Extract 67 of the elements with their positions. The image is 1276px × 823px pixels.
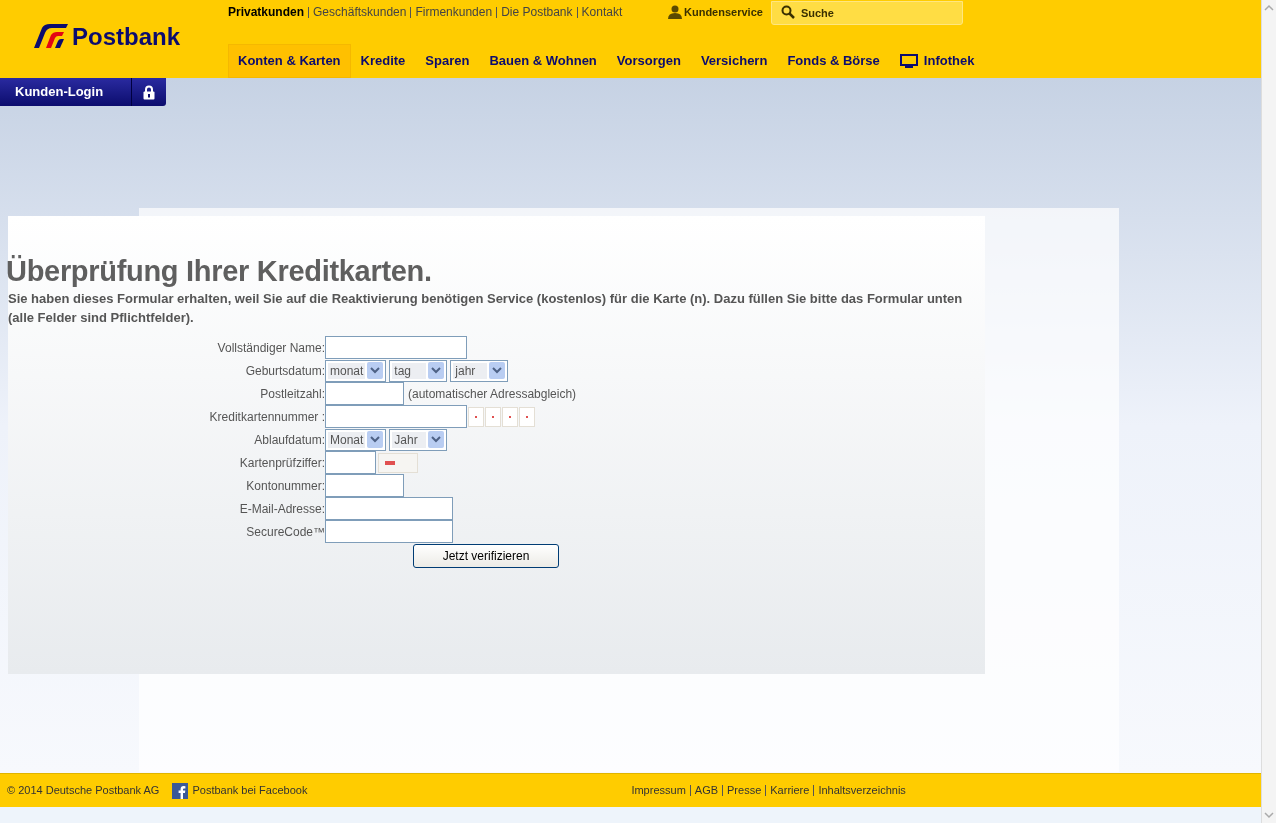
footer-link[interactable]: Presse [727,782,762,799]
screen-icon [899,54,918,68]
field-label: Ablaufdatum: [253,431,325,449]
customer-service-link[interactable]: Kundenservice [684,3,763,21]
nav-tab[interactable]: Konten & Karten [228,44,351,78]
field-label: Vollständiger Name: [216,339,325,357]
dropdown[interactable]: jahr [450,359,509,382]
input-field[interactable] [325,474,404,497]
dropdown[interactable]: monat [325,359,387,382]
footer-link[interactable]: Karriere [770,782,810,799]
page-title: Überprüfung Ihrer Kreditkarten. [6,254,433,288]
footer-link[interactable]: AGB [694,782,719,799]
field-label: Geburtsdatum: [244,362,325,380]
intro-text: Sie haben dieses Formular erhalten, weil Sie auf die Reaktivierung benötigen Service (kostenlos) für die Karte (n). Dazu füllen Sie bitte das Formular unten (alle Felder sind Pflichtfelder). [8,290,964,327]
top-link[interactable]: Die Postbank [501,3,573,21]
nav-tab[interactable]: Vorsorgen [606,44,691,78]
footer-link[interactable]: Inhaltsverzeichnis [818,782,906,799]
login-label: Kunden-Login [14,83,105,102]
nav-tab[interactable]: Fonds & Börse [777,44,890,78]
input-field[interactable] [325,520,453,543]
dropdown[interactable]: tag [389,359,448,382]
logo-icon [32,24,68,48]
top-link[interactable]: Geschäftskunden [313,3,407,21]
scrollbar[interactable] [1261,0,1276,823]
logo-text: Postbank [72,24,181,50]
top-link[interactable]: Firmenkunden [415,3,493,21]
footer-link[interactable]: Impressum [631,782,686,799]
input-field[interactable] [325,497,453,520]
broken-image-icon [519,406,535,427]
nav-tab[interactable]: Infothek [889,44,985,78]
input-field[interactable] [325,382,404,405]
facebook-link[interactable]: Postbank bei Facebook [192,782,308,799]
top-link[interactable]: Privatkunden [228,3,305,21]
dropdown-value: Jahr [392,431,427,448]
facebook-icon [172,782,189,799]
login-bar[interactable]: Kunden-Login [0,78,166,106]
dropdown-value: monat [328,362,366,379]
field-label: Kontonummer: [245,477,325,495]
copyright-text: © 2014 Deutsche Postbank AG [7,783,160,799]
field-label: Postleitzahl: [259,385,325,403]
search-icon [780,4,795,19]
input-field[interactable] [325,405,467,428]
dropdown[interactable]: Monat [325,428,387,451]
dropdown-value: Monat [328,431,366,448]
broken-image-icon [485,406,501,427]
nav-tab[interactable]: Versichern [690,44,778,78]
lock-icon [143,84,155,100]
nav-tab[interactable]: Bauen & Wohnen [479,44,607,78]
verify-button[interactable]: Jetzt verifizieren [413,544,559,568]
person-icon [668,5,682,19]
dropdown[interactable]: Jahr [389,428,448,451]
broken-image-icon [502,406,518,427]
field-label: Kartenprüfziffer: [238,454,325,472]
input-field[interactable] [325,336,467,359]
broken-image-icon [378,452,418,473]
broken-image-icon [468,406,484,427]
dropdown-value: tag [392,362,427,379]
search-field[interactable]: Suche [770,0,963,25]
field-label: SecureCode™ [245,523,325,541]
nav-tab[interactable]: Sparen [415,44,480,78]
field-label: Kreditkartennummer : [208,408,325,426]
nav-tab[interactable]: Kredite [350,44,416,78]
top-link[interactable]: Kontakt [581,3,623,21]
field-label: E-Mail-Adresse: [238,500,325,518]
dropdown-value: jahr [453,362,488,379]
input-field[interactable] [325,451,376,474]
field-hint: (automatischer Adressabgleich) [408,385,577,403]
